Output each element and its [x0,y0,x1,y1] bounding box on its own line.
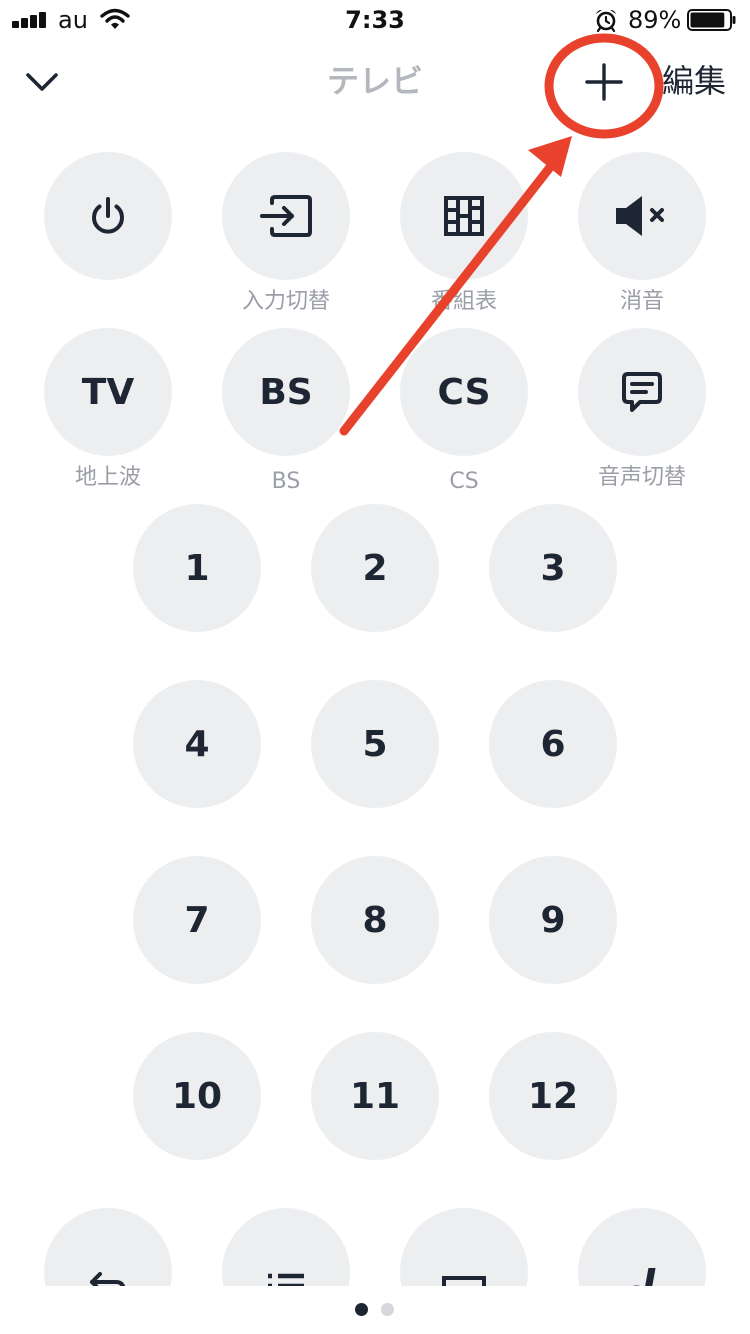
bs-button[interactable]: BS [222,328,350,456]
page-title: テレビ [326,62,423,100]
cs-button[interactable]: CS [400,328,528,456]
number-button-12[interactable]: 12 [489,1032,617,1160]
display-button[interactable] [400,1208,528,1286]
page-indicator-dot-1[interactable] [355,1303,368,1316]
number-button-1[interactable]: 1 [133,504,261,632]
number-button-9[interactable]: 9 [489,856,617,984]
plus-icon[interactable] [572,50,636,114]
number-button-11[interactable]: 11 [311,1032,439,1160]
display-icon [442,1276,486,1286]
bs-caption: BS [271,469,301,494]
audio-switch-icon [622,372,662,412]
number-button-7[interactable]: 7 [133,856,261,984]
edit-button[interactable]: 編集 [662,58,726,104]
battery-percent: 89% [628,6,682,34]
number-button-5[interactable]: 5 [311,680,439,808]
back-button[interactable] [44,1208,172,1286]
number-button-8[interactable]: 8 [311,856,439,984]
mute-button[interactable] [578,152,706,280]
mute-icon [616,196,664,236]
number-button-4[interactable]: 4 [133,680,261,808]
d-button[interactable] [578,1208,706,1286]
program-guide-icon [444,196,484,236]
input-switch-button[interactable] [222,152,350,280]
alarm-icon [596,9,616,32]
number-button-3[interactable]: 3 [489,504,617,632]
terrestrial-button[interactable]: TV [44,328,172,456]
d-button-icon [633,1268,656,1286]
battery-icon [687,9,736,31]
audio-switch-button[interactable] [578,328,706,456]
number-button-10[interactable]: 10 [133,1032,261,1160]
status-bar: au 7:33 89% [0,0,750,40]
list-icon [268,1273,304,1286]
input-switch-caption: 入力切替 [241,289,330,314]
page-indicator-dot-2[interactable] [381,1303,394,1316]
power-icon [92,197,124,234]
annotation-arrowhead [528,136,572,177]
power-button[interactable] [44,152,172,280]
terrestrial-caption: 地上波 [74,465,141,490]
audio-switch-caption: 音声切替 [597,465,686,490]
cs-caption: CS [449,469,479,494]
list-button[interactable] [222,1208,350,1286]
input-switch-icon [260,195,312,237]
program-guide-button[interactable] [400,152,528,280]
number-button-6[interactable]: 6 [489,680,617,808]
number-button-2[interactable]: 2 [311,504,439,632]
back-icon [90,1272,126,1286]
mute-caption: 消音 [619,289,664,314]
program-guide-caption: 番組表 [430,289,497,314]
bottom-button-row [0,1180,750,1286]
